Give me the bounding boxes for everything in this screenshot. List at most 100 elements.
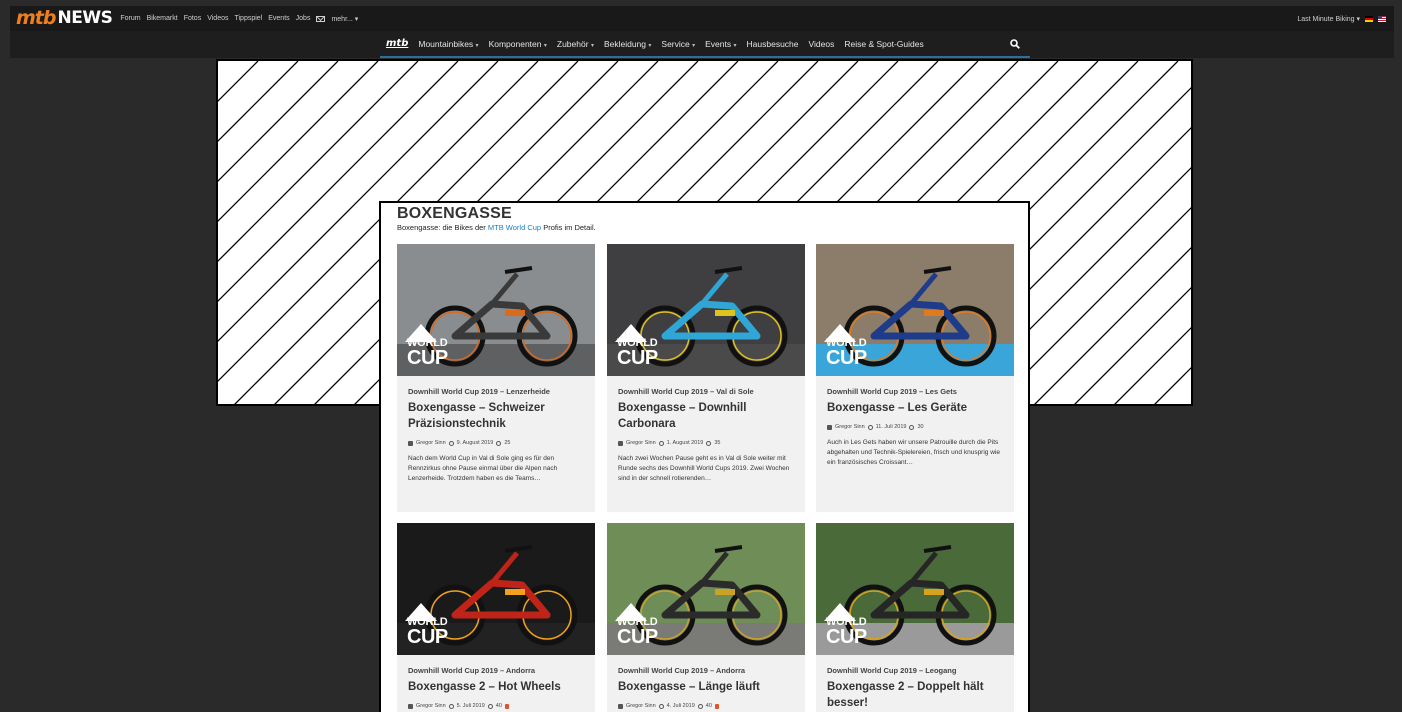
hot-icon — [714, 703, 719, 709]
mtb-world-cup-link[interactable]: MTB World Cup — [488, 223, 541, 232]
bike-shock — [505, 589, 525, 595]
article-meta: Gregor Sinn 1. August 2019 35 — [618, 440, 720, 446]
badge-cup: CUP — [826, 626, 867, 648]
article-date: 1. August 2019 — [666, 440, 704, 446]
article-category[interactable]: Downhill World Cup 2019 – Andorra — [408, 666, 535, 675]
article-author[interactable]: Gregor Sinn — [626, 703, 656, 709]
clock-icon — [448, 440, 454, 446]
nav-item-hausbesuche[interactable]: Hausbesuche — [747, 39, 799, 49]
article-image[interactable]: WORLD CUP — [397, 244, 595, 376]
article-image[interactable]: WORLD CUP — [397, 523, 595, 655]
nav-home-logo[interactable]: mtb — [386, 38, 408, 49]
logo-news: NEWS — [57, 8, 113, 28]
top-nav: Forum Bikemarkt Fotos Videos Tippspiel E… — [120, 15, 358, 23]
article-comment-count[interactable]: 40 — [496, 703, 502, 709]
chevron-down-icon: ▾ — [475, 42, 479, 49]
article-card[interactable]: WORLD CUP Downhill World Cup 2019 – Leogan… — [816, 523, 1014, 712]
top-bar: mtb NEWS Forum Bikemarkt Fotos Videos Ti… — [10, 6, 1394, 31]
top-link-jobs[interactable]: Jobs — [296, 15, 311, 22]
world-cup-badge: WORLD CUP — [824, 324, 884, 372]
article-category[interactable]: Downhill World Cup 2019 – Andorra — [618, 666, 745, 675]
clock-icon — [658, 440, 664, 446]
article-comment-count[interactable]: 40 — [706, 703, 712, 709]
clock-icon — [867, 424, 873, 430]
world-cup-badge: WORLD CUP — [615, 324, 675, 372]
chevron-down-icon: ▾ — [590, 42, 594, 49]
hatch-line — [218, 61, 259, 102]
nav-item-reise-spot-guides[interactable]: Reise & Spot-Guides — [844, 39, 923, 49]
article-excerpt: Nach zwei Wochen Pause geht es in Val di… — [618, 455, 790, 482]
top-link-events[interactable]: Events — [268, 15, 289, 22]
article-card[interactable]: WORLD CUP Downhill World Cup 2019 – Andorr… — [397, 523, 595, 712]
article-category[interactable]: Downhill World Cup 2019 – Leogang — [827, 666, 956, 675]
nav-item-service[interactable]: Service ▾ — [661, 39, 695, 49]
badge-cup: CUP — [407, 626, 448, 648]
nav-item-komponenten[interactable]: Komponenten ▾ — [489, 39, 547, 49]
article-title[interactable]: Boxengasse – Länge läuft — [618, 679, 798, 695]
nav-item-events[interactable]: Events ▾ — [705, 39, 736, 49]
section-title: BOXENGASSE — [397, 205, 512, 222]
article-card[interactable]: WORLD CUP Downhill World Cup 2019 – Les Ge… — [816, 244, 1014, 512]
article-comment-count[interactable]: 35 — [714, 440, 720, 446]
boxengasse-panel: BOXENGASSE Boxengasse: die Bikes der MTB… — [379, 201, 1030, 712]
comment-icon — [697, 703, 703, 709]
article-image[interactable]: WORLD CUP — [816, 523, 1014, 655]
article-image[interactable]: WORLD CUP — [607, 244, 805, 376]
article-author[interactable]: Gregor Sinn — [835, 424, 865, 430]
top-link-bikemarkt[interactable]: Bikemarkt — [147, 15, 178, 22]
article-author[interactable]: Gregor Sinn — [416, 440, 446, 446]
mail-icon[interactable] — [316, 15, 326, 22]
article-category[interactable]: Downhill World Cup 2019 – Val di Sole — [618, 387, 754, 396]
clock-icon — [448, 703, 454, 709]
bike-shock — [924, 310, 944, 316]
article-meta: Gregor Sinn 9. August 2019 25 — [408, 440, 510, 446]
hatch-line — [1114, 327, 1191, 404]
comment-icon — [706, 440, 712, 446]
nav-item-videos[interactable]: Videos — [809, 39, 835, 49]
article-author[interactable]: Gregor Sinn — [626, 440, 656, 446]
article-date: 4. Juli 2019 — [666, 703, 695, 709]
article-image[interactable]: WORLD CUP — [607, 523, 805, 655]
article-meta: Gregor Sinn 5. Juli 2019 40 — [408, 703, 509, 709]
article-image[interactable]: WORLD CUP — [816, 244, 1014, 376]
nav-item-label: Events — [705, 38, 732, 49]
badge-cup: CUP — [617, 347, 658, 369]
article-date: 11. Juli 2019 — [875, 424, 907, 430]
article-card[interactable]: WORLD CUP Downhill World Cup 2019 – Val di… — [607, 244, 805, 512]
article-card[interactable]: WORLD CUP Downhill World Cup 2019 – Andorr… — [607, 523, 805, 712]
subtitle-text-after: Profis im Detail. — [541, 223, 596, 232]
top-link-more[interactable]: mehr... ▾ — [331, 15, 358, 23]
nav-item-label: Zubehör — [556, 38, 589, 49]
article-category[interactable]: Downhill World Cup 2019 – Les Gets — [827, 387, 957, 396]
hatch-line — [1191, 61, 1193, 406]
bike-shock — [715, 310, 735, 316]
nav-item-zubeh-r[interactable]: Zubehör ▾ — [557, 39, 594, 49]
comment-icon — [487, 703, 493, 709]
top-link-tippspiel[interactable]: Tippspiel — [234, 15, 262, 22]
article-title[interactable]: Boxengasse – Downhill Carbonara — [618, 400, 798, 432]
top-link-forum[interactable]: Forum — [120, 15, 140, 22]
chevron-down-icon: ▾ — [733, 42, 737, 49]
user-icon — [408, 440, 413, 446]
article-title[interactable]: Boxengasse 2 – Doppelt hält besser! — [827, 679, 1007, 711]
nav-item-mountainbikes[interactable]: Mountainbikes ▾ — [418, 39, 478, 49]
article-comment-count[interactable]: 30 — [917, 424, 923, 430]
article-card[interactable]: WORLD CUP Downhill World Cup 2019 – Lenzer… — [397, 244, 595, 512]
world-cup-badge: WORLD CUP — [615, 603, 675, 651]
article-title[interactable]: Boxengasse – Les Geräte — [827, 400, 1007, 416]
nav-item-label: Hausbesuche — [746, 38, 799, 49]
article-comment-count[interactable]: 25 — [504, 440, 510, 446]
site-logo[interactable]: mtb NEWS — [16, 6, 113, 31]
top-link-videos[interactable]: Videos — [207, 15, 228, 22]
badge-cup: CUP — [826, 347, 867, 369]
article-author[interactable]: Gregor Sinn — [416, 703, 446, 709]
article-category[interactable]: Downhill World Cup 2019 – Lenzerheide — [408, 387, 550, 396]
article-title[interactable]: Boxengasse – Schweizer Präzisionstechnik — [408, 400, 588, 432]
last-minute-biking-menu[interactable]: Last Minute Biking ▾ — [1297, 15, 1360, 23]
german-flag-icon[interactable] — [1365, 15, 1373, 22]
nav-item-bekleidung[interactable]: Bekleidung ▾ — [604, 39, 651, 49]
article-title[interactable]: Boxengasse 2 – Hot Wheels — [408, 679, 588, 695]
english-flag-icon[interactable] — [1378, 15, 1386, 22]
top-link-fotos[interactable]: Fotos — [184, 15, 202, 22]
search-icon[interactable] — [1010, 39, 1020, 49]
